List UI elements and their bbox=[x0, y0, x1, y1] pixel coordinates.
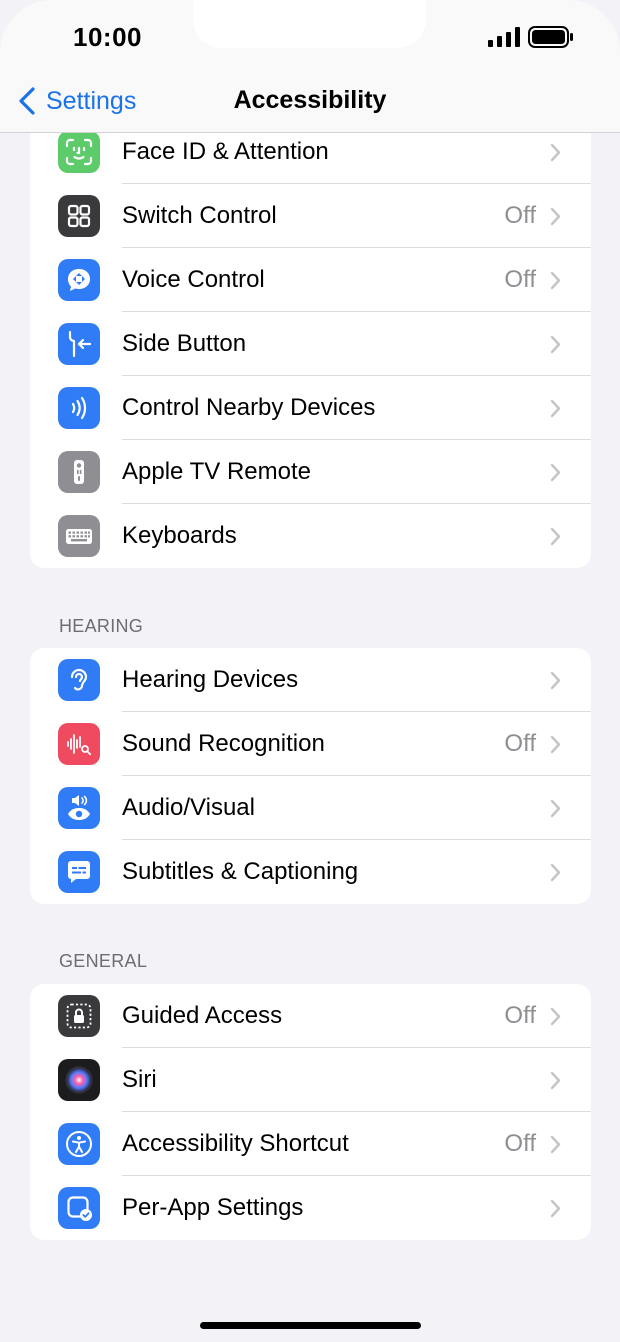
section-header-hearing: HEARING bbox=[59, 616, 144, 636]
settings-group-interaction: Face ID & Attention Switch Control Off V… bbox=[30, 133, 591, 568]
row-label: Siri bbox=[122, 1066, 157, 1093]
row-label: Guided Access bbox=[122, 1002, 283, 1029]
tv-remote-icon bbox=[58, 451, 100, 493]
phone-screen: 10:00 Settings Accessibility Face ID & A… bbox=[0, 0, 620, 1342]
row-per-app-settings[interactable]: Per-App Settings bbox=[30, 1176, 591, 1240]
row-face-id-attention[interactable]: Face ID & Attention bbox=[30, 133, 591, 184]
row-voice-control[interactable]: Voice Control Off bbox=[30, 248, 591, 312]
per-app-settings-icon bbox=[58, 1187, 100, 1229]
chevron-right-icon bbox=[550, 527, 561, 546]
nearby-devices-icon bbox=[58, 387, 100, 429]
chevron-right-icon bbox=[550, 463, 561, 482]
home-indicator[interactable] bbox=[200, 1322, 421, 1329]
row-siri[interactable]: Siri bbox=[30, 1048, 591, 1112]
row-hearing-devices[interactable]: Hearing Devices bbox=[30, 648, 591, 712]
row-label: Hearing Devices bbox=[122, 666, 299, 693]
row-label: Control Nearby Devices bbox=[122, 394, 376, 421]
ear-icon bbox=[58, 659, 100, 701]
row-label: Side Button bbox=[122, 330, 247, 357]
chevron-right-icon bbox=[550, 671, 561, 690]
siri-icon bbox=[58, 1059, 100, 1101]
sound-recognition-icon bbox=[58, 723, 100, 765]
row-label: Face ID & Attention bbox=[122, 138, 329, 165]
chevron-right-icon bbox=[550, 207, 561, 226]
cellular-signal-icon bbox=[488, 27, 520, 47]
settings-group-hearing: Hearing Devices Sound Recognition Off Au… bbox=[30, 648, 591, 904]
row-label: Sound Recognition bbox=[122, 730, 325, 757]
row-switch-control[interactable]: Switch Control Off bbox=[30, 184, 591, 248]
row-value: Off bbox=[504, 1130, 536, 1157]
subtitles-icon bbox=[58, 851, 100, 893]
side-button-icon bbox=[58, 323, 100, 365]
battery-icon bbox=[528, 26, 573, 48]
audio-visual-icon bbox=[58, 787, 100, 829]
switch-control-icon bbox=[58, 195, 100, 237]
row-label: Voice Control bbox=[122, 266, 265, 293]
row-guided-access[interactable]: Guided Access Off bbox=[30, 984, 591, 1048]
row-label: Per-App Settings bbox=[122, 1194, 304, 1221]
settings-list[interactable]: Face ID & Attention Switch Control Off V… bbox=[0, 133, 620, 1342]
keyboard-icon bbox=[58, 515, 100, 557]
status-time: 10:00 bbox=[73, 22, 142, 52]
chevron-right-icon bbox=[550, 143, 561, 162]
chevron-right-icon bbox=[550, 735, 561, 754]
chevron-right-icon bbox=[550, 799, 561, 818]
row-value: Off bbox=[504, 730, 536, 757]
row-subtitles-captioning[interactable]: Subtitles & Captioning bbox=[30, 840, 591, 904]
row-value: Off bbox=[504, 1002, 536, 1029]
row-label: Audio/Visual bbox=[122, 794, 255, 821]
chevron-right-icon bbox=[550, 1135, 561, 1154]
row-label: Accessibility Shortcut bbox=[122, 1130, 349, 1157]
row-sound-recognition[interactable]: Sound Recognition Off bbox=[30, 712, 591, 776]
notch bbox=[193, 0, 426, 48]
row-apple-tv-remote[interactable]: Apple TV Remote bbox=[30, 440, 591, 504]
chevron-right-icon bbox=[550, 1071, 561, 1090]
row-keyboards[interactable]: Keyboards bbox=[30, 504, 591, 568]
voice-control-icon bbox=[58, 259, 100, 301]
row-audio-visual[interactable]: Audio/Visual bbox=[30, 776, 591, 840]
row-value: Off bbox=[504, 266, 536, 293]
row-label: Subtitles & Captioning bbox=[122, 858, 359, 885]
guided-access-icon bbox=[58, 995, 100, 1037]
row-label: Apple TV Remote bbox=[122, 458, 311, 485]
accessibility-shortcut-icon bbox=[58, 1123, 100, 1165]
row-side-button[interactable]: Side Button bbox=[30, 312, 591, 376]
page-title: Accessibility bbox=[233, 86, 387, 114]
chevron-right-icon bbox=[550, 1199, 561, 1218]
row-label: Switch Control bbox=[122, 202, 277, 229]
row-value: Off bbox=[504, 202, 536, 229]
row-label: Keyboards bbox=[122, 522, 237, 549]
chevron-right-icon bbox=[550, 399, 561, 418]
settings-group-general: Guided Access Off Siri Accessibility Sho… bbox=[30, 984, 591, 1240]
status-bar: 10:00 bbox=[0, 0, 620, 70]
chevron-right-icon bbox=[550, 863, 561, 882]
chevron-right-icon bbox=[550, 335, 561, 354]
face-id-icon bbox=[58, 133, 100, 173]
row-control-nearby-devices[interactable]: Control Nearby Devices bbox=[30, 376, 591, 440]
row-accessibility-shortcut[interactable]: Accessibility Shortcut Off bbox=[30, 1112, 591, 1176]
chevron-right-icon bbox=[550, 271, 561, 290]
section-header-general: GENERAL bbox=[59, 951, 148, 971]
chevron-right-icon bbox=[550, 1007, 561, 1026]
navigation-bar: Settings Accessibility bbox=[0, 70, 620, 133]
